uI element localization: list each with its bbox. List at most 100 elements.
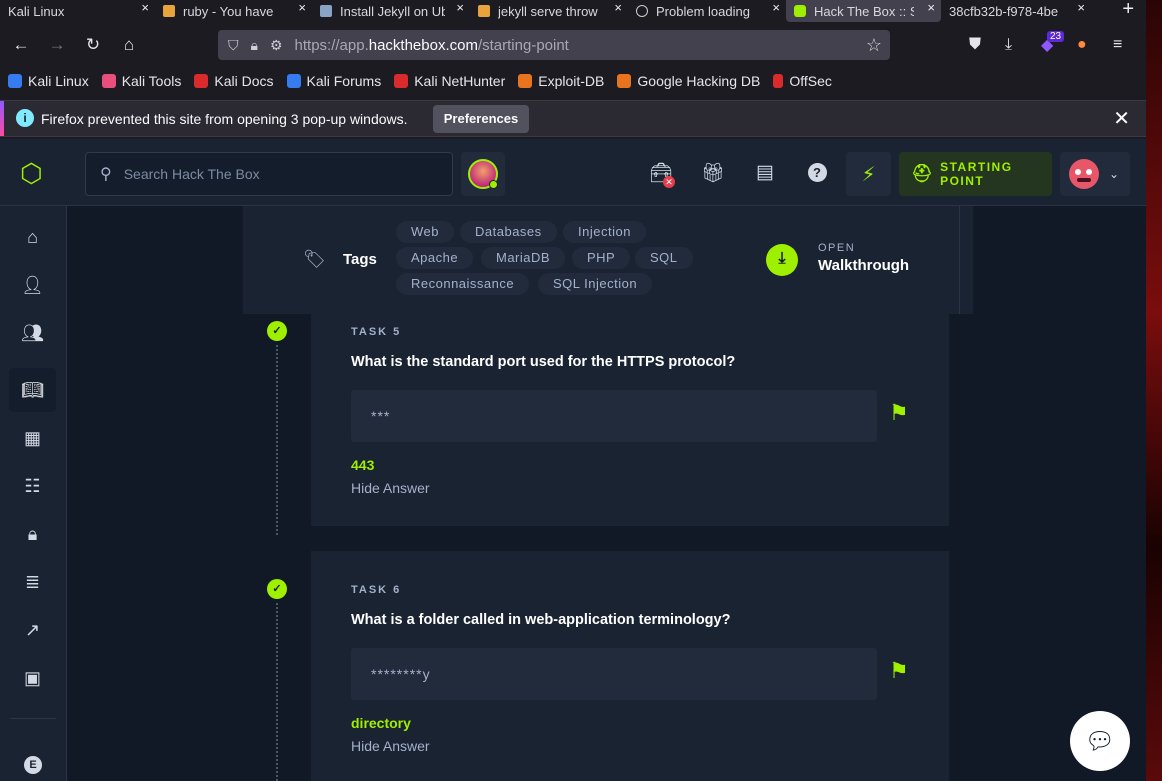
terminal-icon[interactable]: ▣ bbox=[9, 656, 56, 700]
desktop-background bbox=[1146, 0, 1162, 781]
tab-close-icon[interactable]: × bbox=[1077, 0, 1085, 15]
bookmark-google-hacking-db[interactable]: Google Hacking DB bbox=[617, 73, 760, 89]
user-menu[interactable]: ⌄ bbox=[1060, 152, 1130, 196]
labs-icon[interactable]: ☷ bbox=[9, 464, 56, 508]
shield-icon[interactable]: ⛉ bbox=[228, 37, 239, 54]
new-tab-button[interactable]: + bbox=[1122, 0, 1134, 21]
task-complete-check-icon: ✓ bbox=[267, 321, 287, 341]
submit-flag-icon[interactable]: ⚑ bbox=[889, 400, 909, 426]
divider bbox=[959, 206, 960, 314]
notification-stripe bbox=[0, 101, 4, 136]
pocket-icon[interactable]: ⛊ bbox=[969, 27, 981, 63]
task-question: What is a folder called in web-applicati… bbox=[351, 612, 731, 628]
htb-app: ⬡ ⚲ Search Hack The Box 🧰︎ ✕ 🎁︎ ▤ ? ⚡︎ ⛑… bbox=[0, 139, 1146, 781]
kali-docs-icon bbox=[194, 74, 209, 88]
answer-field[interactable]: ********y bbox=[351, 648, 877, 700]
tab-close-icon[interactable]: × bbox=[141, 0, 149, 15]
tab-close-icon[interactable]: × bbox=[456, 0, 464, 15]
tab-problem-loading[interactable]: Problem loading × bbox=[628, 0, 786, 22]
sidebar-badge-icon[interactable]: E bbox=[24, 756, 42, 774]
castle-icon[interactable]: ▦ bbox=[9, 416, 56, 460]
tab-install-jekyll[interactable]: Install Jekyll on Ub × bbox=[312, 0, 470, 22]
bookmark-kali-nethunter[interactable]: Kali NetHunter bbox=[394, 73, 505, 89]
support-chat-icon[interactable]: 💬︎ bbox=[1070, 711, 1130, 771]
home-icon[interactable]: ⌂ bbox=[9, 215, 56, 259]
tag[interactable]: PHP bbox=[572, 247, 631, 269]
tab-title: ruby - You have bbox=[183, 3, 274, 19]
sidebar: ⌂ 👤︎ 👥︎ 📖︎ ▦ ☷ 🔒︎ ≣ ↗ ▣ E bbox=[0, 206, 67, 781]
htb-logo-icon[interactable]: ⬡ bbox=[20, 159, 46, 187]
tag[interactable]: Databases bbox=[460, 221, 557, 243]
bookmark-kali-linux[interactable]: Kali Linux bbox=[8, 73, 89, 89]
answer-field[interactable]: *** bbox=[351, 390, 877, 442]
tab-favicon-icon bbox=[163, 5, 175, 17]
chat-icon[interactable]: ▤ bbox=[753, 161, 777, 184]
tag[interactable]: Apache bbox=[396, 247, 474, 269]
kali-forums-icon bbox=[286, 74, 301, 88]
tab-ruby[interactable]: ruby - You have × bbox=[155, 0, 312, 22]
tag[interactable]: MariaDB bbox=[481, 247, 566, 269]
reload-icon[interactable]: ↻ bbox=[75, 29, 111, 61]
bookmark-kali-docs[interactable]: Kali Docs bbox=[194, 73, 274, 89]
walkthrough-open-label: OPEN bbox=[818, 242, 856, 254]
search-input[interactable]: ⚲ Search Hack The Box bbox=[85, 152, 453, 196]
submit-flag-icon[interactable]: ⚑ bbox=[889, 658, 909, 684]
downloads-icon[interactable]: ⤓ bbox=[1005, 27, 1012, 63]
vpn-lock-icon[interactable]: 🔒︎ bbox=[9, 512, 56, 556]
timeline-line bbox=[276, 603, 278, 781]
tags-card: 🏷︎ Tags Web Databases Injection Apache M… bbox=[243, 206, 973, 314]
layers-icon[interactable]: ≣ bbox=[9, 560, 56, 604]
bookmark-kali-tools[interactable]: Kali Tools bbox=[101, 73, 181, 89]
tab-kali-linux[interactable]: Kali Linux × bbox=[0, 0, 155, 22]
walkthrough-link[interactable]: Walkthrough bbox=[818, 257, 909, 274]
url-text[interactable]: https://app.hackthebox.com/starting-poin… bbox=[295, 37, 569, 54]
tag[interactable]: Web bbox=[396, 221, 454, 243]
menu-icon[interactable]: ≡ bbox=[1113, 27, 1122, 63]
teams-icon[interactable]: 👥︎ bbox=[9, 311, 56, 355]
permissions-icon[interactable]: ⚙ bbox=[270, 37, 283, 54]
help-icon[interactable]: ? bbox=[805, 161, 829, 183]
tab-close-icon[interactable]: × bbox=[298, 0, 306, 15]
close-icon[interactable]: ✕ bbox=[1113, 106, 1130, 131]
tab-close-icon[interactable]: × bbox=[927, 0, 935, 15]
bookmark-star-icon[interactable]: ☆ bbox=[866, 35, 882, 56]
bookmark-offsec[interactable]: OffSec bbox=[773, 73, 832, 89]
profile-icon[interactable]: 👤︎ bbox=[9, 263, 56, 307]
tag[interactable]: Reconnaissance bbox=[396, 273, 530, 295]
team-avatar[interactable] bbox=[461, 152, 505, 196]
hide-answer-link[interactable]: Hide Answer bbox=[351, 480, 430, 496]
gift-icon[interactable]: 🎁︎ bbox=[701, 161, 725, 185]
avatar bbox=[1069, 159, 1099, 189]
lightning-icon[interactable]: ⚡︎ bbox=[846, 152, 891, 196]
back-icon[interactable]: ← bbox=[3, 29, 39, 61]
hide-answer-link[interactable]: Hide Answer bbox=[351, 738, 430, 754]
starting-point-button[interactable]: ⛑ STARTING POINT bbox=[899, 152, 1052, 196]
addon-icon[interactable]: ● bbox=[1077, 27, 1087, 63]
rocket-icon: ⛑ bbox=[911, 164, 935, 183]
tag[interactable]: SQL Injection bbox=[538, 273, 653, 295]
lock-icon[interactable]: 🔒︎ bbox=[251, 37, 258, 54]
trending-icon[interactable]: ↗ bbox=[9, 608, 56, 652]
task-card: TASK 6 What is a folder called in web-ap… bbox=[311, 551, 949, 781]
sidebar-divider bbox=[10, 718, 56, 719]
url-bar[interactable]: ⛉ 🔒︎ ⚙ https://app.hackthebox.com/starti… bbox=[218, 30, 890, 60]
home-icon[interactable]: ⌂ bbox=[111, 29, 147, 61]
browser-window: Kali Linux × ruby - You have × Install J… bbox=[0, 0, 1146, 781]
forward-icon[interactable]: → bbox=[39, 29, 75, 61]
download-icon[interactable]: ⤓ bbox=[766, 244, 798, 276]
book-icon[interactable]: 📖︎ bbox=[9, 368, 56, 412]
tab-uuid[interactable]: 38cfb32b-f978-4be × bbox=[941, 0, 1091, 22]
tag[interactable]: Injection bbox=[563, 221, 646, 243]
tab-close-icon[interactable]: × bbox=[772, 0, 780, 15]
tab-jekyll-serve[interactable]: jekyll serve throw × bbox=[470, 0, 628, 22]
bookmark-exploit-db[interactable]: Exploit-DB bbox=[518, 73, 604, 89]
tab-close-icon[interactable]: × bbox=[614, 0, 622, 15]
tag[interactable]: SQL bbox=[635, 247, 693, 269]
tab-hack-the-box[interactable]: Hack The Box :: S × bbox=[786, 0, 941, 22]
offsec-icon bbox=[773, 74, 784, 88]
timeline-line bbox=[276, 345, 278, 535]
preferences-button[interactable]: Preferences bbox=[433, 105, 529, 133]
tab-title: jekyll serve throw bbox=[498, 3, 598, 19]
bookmark-kali-forums[interactable]: Kali Forums bbox=[286, 73, 381, 89]
search-placeholder: Search Hack The Box bbox=[123, 166, 260, 182]
